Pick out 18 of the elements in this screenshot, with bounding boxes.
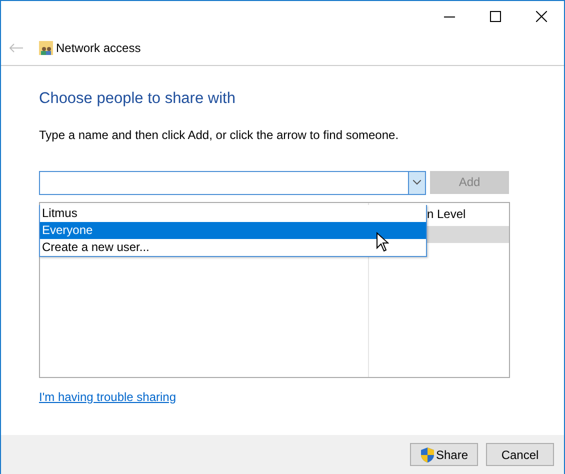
page-heading: Choose people to share with bbox=[39, 90, 236, 109]
dropdown-option[interactable]: Litmus bbox=[40, 205, 426, 222]
cancel-button[interactable]: Cancel bbox=[486, 443, 554, 466]
window-title: Network access bbox=[56, 40, 141, 57]
name-combo-field[interactable] bbox=[39, 170, 426, 195]
close-icon bbox=[536, 10, 546, 22]
cursor-icon bbox=[376, 232, 389, 252]
maximize-icon bbox=[490, 10, 500, 22]
instruction-text: Type a name and then click Add, or click the arrow to find someone. bbox=[39, 126, 400, 144]
share-button[interactable]: Share bbox=[410, 443, 478, 466]
people-folder-icon bbox=[39, 41, 53, 55]
shield-icon bbox=[420, 446, 435, 462]
dropdown-button[interactable] bbox=[408, 172, 425, 194]
trouble-sharing-link[interactable]: I'm having trouble sharing bbox=[39, 388, 176, 406]
dropdown-option[interactable]: Create a new user... bbox=[40, 239, 426, 256]
column-header: n Level bbox=[426, 206, 466, 224]
dropdown-option[interactable]: Everyone bbox=[40, 222, 426, 239]
chevron-down-icon bbox=[413, 180, 421, 186]
